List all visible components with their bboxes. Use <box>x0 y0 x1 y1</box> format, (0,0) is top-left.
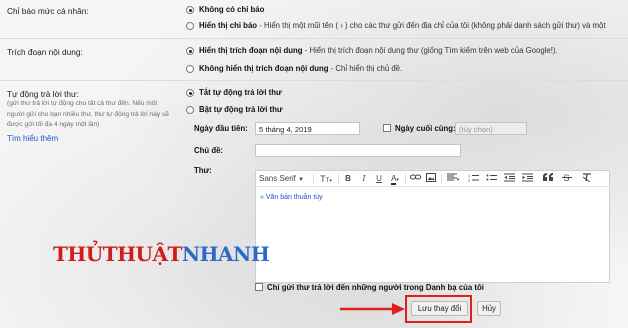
message-label: Thư: <box>194 166 212 175</box>
snippets-label: Trích đoạn nội dung: <box>7 47 83 57</box>
divider <box>0 38 628 39</box>
help-line: người gửi cho bạn nhiều thư, thư tự động… <box>7 110 169 118</box>
watermark-part2: NHANH <box>181 242 270 266</box>
no-indicators-radio[interactable] <box>186 6 194 14</box>
toolbar-divider <box>313 174 314 184</box>
indent-less-icon[interactable] <box>503 173 515 185</box>
text-color-icon[interactable]: A▾ <box>388 173 402 185</box>
show-indicators-radio[interactable] <box>186 22 194 30</box>
cancel-button[interactable]: Hủy <box>477 301 501 316</box>
no-snippets-option[interactable]: Không hiển thị trích đoạn nội dung - Chỉ… <box>199 64 402 73</box>
editor-resize-area <box>596 191 606 281</box>
italic-icon[interactable]: I <box>359 173 369 185</box>
chevron-down-icon: ▼ <box>298 177 305 183</box>
toolbar-divider <box>338 174 339 184</box>
subject-label: Chủ đề: <box>194 146 224 155</box>
help-line: (gửi thư trả lời tự động cho tất cả thư … <box>7 100 158 107</box>
vacation-on-radio[interactable] <box>186 106 194 114</box>
remove-formatting-icon[interactable] <box>581 173 593 185</box>
toolbar-divider <box>405 174 406 184</box>
last-day-checkbox[interactable] <box>383 124 391 132</box>
subject-input[interactable] <box>255 144 461 157</box>
vacation-responder-label: Tự động trả lời thư: <box>7 89 79 99</box>
last-day-label: Ngày cuối cùng: <box>395 124 456 133</box>
plain-text-link[interactable]: « Văn bản thuần túy <box>260 194 323 201</box>
font-family-select[interactable]: Sans Serif ▼ <box>259 173 309 185</box>
strikethrough-icon[interactable]: S <box>561 173 573 185</box>
numbered-list-icon[interactable]: 12 <box>467 173 479 185</box>
bold-icon[interactable]: B <box>343 173 353 185</box>
font-size-icon[interactable]: TT▾ <box>317 173 335 185</box>
show-snippets-radio[interactable] <box>186 47 194 55</box>
first-day-label: Ngày đầu tiên: <box>194 124 248 133</box>
vacation-off-radio[interactable] <box>186 89 194 97</box>
contacts-only-checkbox[interactable] <box>255 283 263 291</box>
formatting-toolbar: Sans Serif ▼ TT▾ B I U A▾ ▾ 12 S <box>256 171 609 187</box>
vacation-on-option[interactable]: Bật tự động trả lời thư <box>199 105 283 114</box>
contacts-only-label: Chỉ gửi thư trả lời đến những người tron… <box>267 283 484 292</box>
toolbar-divider <box>441 174 442 184</box>
vacation-off-option[interactable]: Tắt tự động trả lời thư <box>199 88 282 97</box>
watermark-part1: THỦTHUẬT <box>53 242 182 266</box>
svg-text:2: 2 <box>468 178 471 182</box>
show-indicators-option[interactable]: Hiển thị chỉ báo - Hiển thị một mũi tên … <box>199 21 606 30</box>
learn-more-link[interactable]: Tìm hiểu thêm <box>7 134 58 143</box>
indent-more-icon[interactable] <box>521 173 533 185</box>
align-icon[interactable]: ▾ <box>445 173 461 185</box>
message-editor[interactable]: Sans Serif ▼ TT▾ B I U A▾ ▾ 12 S « Văn b… <box>255 170 610 283</box>
underline-icon[interactable]: U <box>374 173 384 185</box>
first-day-input[interactable]: 5 tháng 4, 2019 <box>255 122 360 135</box>
divider <box>0 80 628 81</box>
bulleted-list-icon[interactable] <box>485 173 497 185</box>
quote-icon[interactable] <box>542 173 554 185</box>
last-day-input[interactable]: (tùy chọn) <box>455 122 527 135</box>
no-indicators-option[interactable]: Không có chỉ báo <box>199 5 264 14</box>
personal-level-indicators-label: Chỉ báo mức cá nhân: <box>7 6 89 16</box>
no-snippets-radio[interactable] <box>186 65 194 73</box>
red-arrow-annotation <box>340 303 405 315</box>
font-family-label: Sans Serif <box>259 174 296 183</box>
help-line: được gửi tối đa 4 ngày một lần) <box>7 121 100 128</box>
show-snippets-option[interactable]: Hiển thị trích đoạn nội dung - Hiển thị … <box>199 46 558 55</box>
link-icon[interactable] <box>409 173 421 185</box>
save-changes-button[interactable]: Lưu thay đổi <box>411 301 468 316</box>
site-watermark-logo: THỦTHUẬTNHANH <box>53 242 270 266</box>
vacation-help-text: (gửi thư trả lời tự động cho tất cả thư … <box>7 99 185 131</box>
image-icon[interactable] <box>425 173 437 185</box>
